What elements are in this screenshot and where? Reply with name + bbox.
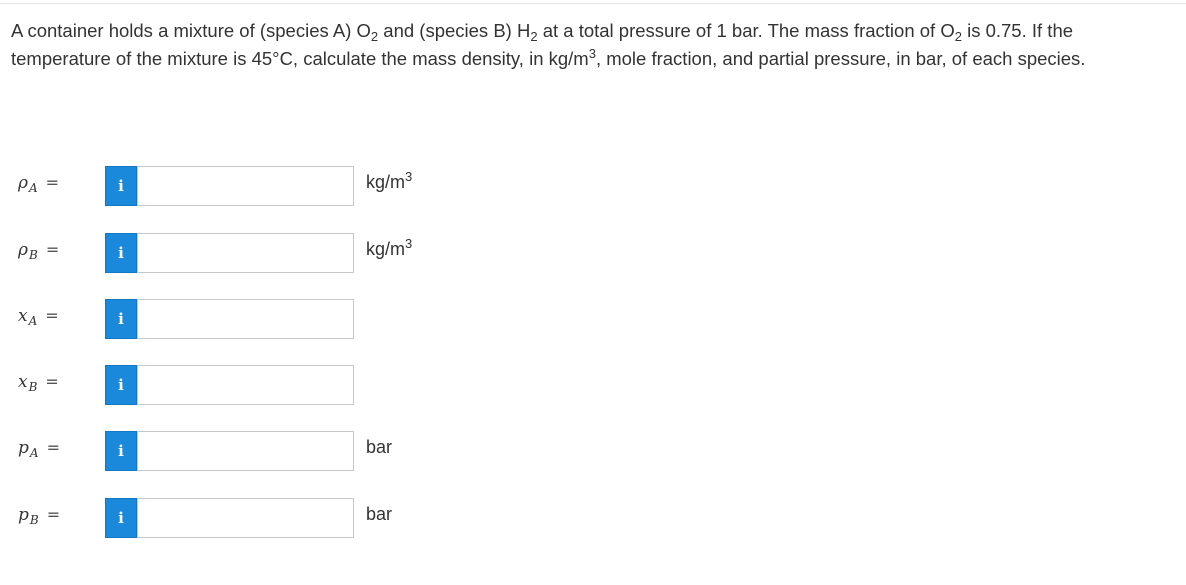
info-icon[interactable]: i [105, 299, 137, 339]
info-icon[interactable]: i [105, 166, 137, 206]
top-divider [0, 3, 1186, 4]
unit-label: bar [366, 504, 393, 524]
answer-row-rho-b: ρB = i kg/m3 [0, 233, 600, 275]
answer-row-x-a: xA = i [0, 299, 600, 341]
answer-row-x-b: xB = i [0, 365, 600, 407]
answer-input-p-a[interactable] [137, 431, 354, 471]
answer-input-rho-b[interactable] [137, 233, 354, 273]
info-icon[interactable]: i [105, 498, 137, 538]
answer-row-rho-a: ρA = i kg/m3 [0, 166, 600, 208]
variable-label: xB = [18, 372, 59, 394]
unit-label: bar [366, 437, 393, 457]
answer-row-p-a: pA = i bar [0, 431, 600, 473]
answer-input-rho-a[interactable] [137, 166, 354, 206]
variable-label: xA = [18, 306, 59, 328]
variable-label: ρB = [18, 240, 60, 262]
answer-row-p-b: pB = i bar [0, 498, 600, 540]
info-icon[interactable]: i [105, 233, 137, 273]
unit-label: kg/m3 [366, 236, 413, 259]
question-text: A container holds a mixture of (species … [11, 20, 1086, 69]
info-icon[interactable]: i [105, 431, 137, 471]
answer-input-x-a[interactable] [137, 299, 354, 339]
variable-label: pA = [18, 438, 60, 460]
variable-label: pB = [18, 505, 61, 527]
unit-label: kg/m3 [366, 169, 413, 192]
answer-input-x-b[interactable] [137, 365, 354, 405]
variable-label: ρA = [18, 173, 60, 195]
info-icon[interactable]: i [105, 365, 137, 405]
answer-input-p-b[interactable] [137, 498, 354, 538]
